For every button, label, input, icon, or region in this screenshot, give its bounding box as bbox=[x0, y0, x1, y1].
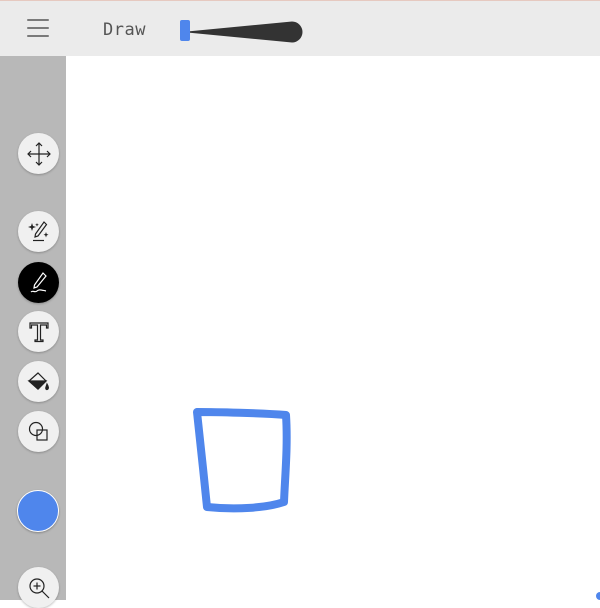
magic-pen-tool-button[interactable] bbox=[18, 211, 59, 252]
pan-tool-button[interactable] bbox=[18, 133, 59, 174]
drawn-stroke bbox=[193, 408, 291, 513]
paint-bucket-icon bbox=[26, 371, 49, 390]
drawing-canvas[interactable] bbox=[66, 56, 600, 600]
top-bar: Draw bbox=[0, 0, 600, 56]
brush-size-slider[interactable] bbox=[176, 19, 304, 45]
zoom-in-icon bbox=[28, 577, 49, 598]
shapes-tool-button[interactable] bbox=[18, 411, 59, 452]
hamburger-menu-icon[interactable] bbox=[27, 19, 49, 37]
shapes-icon bbox=[28, 421, 48, 441]
zoom-tool-button[interactable] bbox=[18, 567, 59, 608]
move-arrows-icon bbox=[26, 141, 51, 166]
stroke-fragment bbox=[596, 592, 600, 600]
slider-track bbox=[182, 21, 303, 43]
text-t-icon bbox=[28, 321, 49, 342]
current-color-swatch[interactable] bbox=[17, 490, 59, 532]
app-title: Draw bbox=[103, 20, 146, 40]
fill-tool-button[interactable] bbox=[18, 361, 59, 402]
slider-thumb bbox=[180, 20, 190, 41]
pen-icon bbox=[30, 271, 47, 292]
sparkle-pen-icon bbox=[27, 220, 48, 241]
text-tool-button[interactable] bbox=[18, 311, 59, 352]
pen-tool-button[interactable] bbox=[18, 262, 59, 303]
